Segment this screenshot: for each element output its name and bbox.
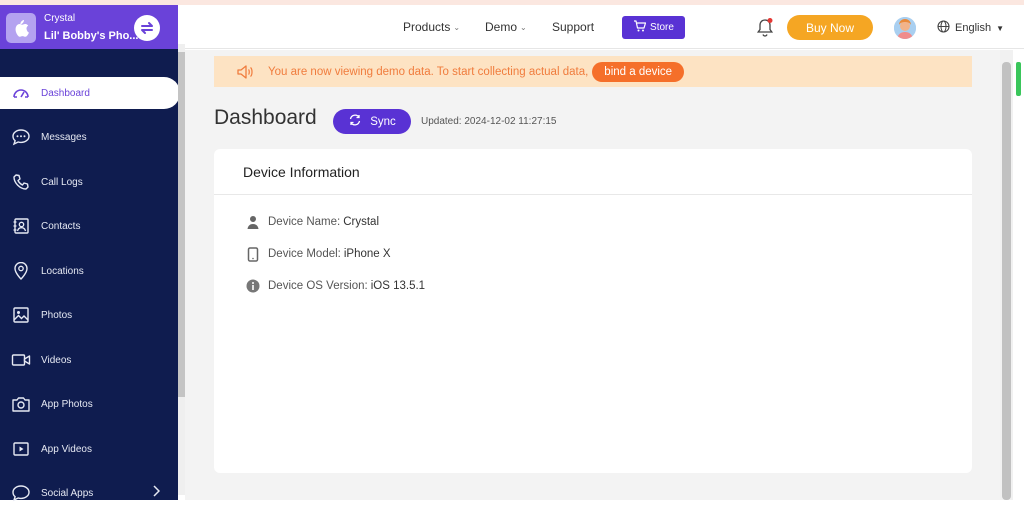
language-selector[interactable]: English ▼ [937, 20, 1004, 36]
sidebar-item-social-apps[interactable]: Social Apps [0, 477, 178, 509]
device-model-label: Device Model: [268, 248, 341, 260]
sync-label: Sync [370, 115, 396, 128]
device-os-row: Device OS Version: iOS 13.5.1 [245, 278, 425, 294]
globe-icon [937, 20, 950, 36]
buy-now-button[interactable]: Buy Now [787, 15, 873, 40]
device-info-card: Device Information Device Name: Crystal … [214, 149, 972, 473]
social-bubble-icon [9, 481, 33, 505]
switch-device-icon[interactable] [134, 15, 160, 41]
bind-device-button[interactable]: bind a device [592, 61, 685, 82]
device-subtitle: Lil' Bobby's Pho... [44, 30, 139, 42]
updated-timestamp: Updated: 2024-12-02 11:27:15 [421, 116, 557, 127]
device-os-label: Device OS Version: [268, 280, 368, 292]
avatar[interactable] [894, 17, 916, 39]
play-box-icon [9, 437, 33, 461]
sidebar-item-label: Locations [41, 265, 84, 277]
nav-products[interactable]: Products ⌄ [403, 20, 460, 34]
sidebar-item-videos[interactable]: Videos [0, 344, 178, 376]
nav-demo-label: Demo [485, 20, 518, 34]
banner-text: You are now viewing demo data. To start … [268, 65, 589, 78]
caret-down-icon: ▼ [996, 23, 1004, 33]
megaphone-icon [236, 64, 254, 80]
nav-products-label: Products [403, 20, 451, 34]
sidebar-item-app-photos[interactable]: App Photos [0, 388, 178, 420]
sidebar-item-contacts[interactable]: Contacts [0, 210, 178, 242]
cart-icon [633, 20, 647, 35]
device-model-row: Device Model: iPhone X [245, 246, 391, 262]
device-name-value: Crystal [343, 216, 379, 228]
phone-device-icon [245, 246, 261, 262]
camera-icon [9, 392, 33, 416]
sidebar-item-label: App Videos [41, 443, 92, 455]
location-pin-icon [9, 259, 33, 283]
refresh-icon [348, 114, 362, 129]
person-icon [245, 214, 261, 230]
gauge-icon [9, 81, 33, 105]
sidebar: Crystal Lil' Bobby's Pho... Dashboard Me… [0, 5, 180, 502]
contact-book-icon [9, 214, 33, 238]
sidebar-item-call-logs[interactable]: Call Logs [0, 166, 178, 198]
device-header[interactable]: Crystal Lil' Bobby's Pho... [0, 5, 178, 49]
device-name-row: Device Name: Crystal [245, 214, 379, 230]
sidebar-item-app-videos[interactable]: App Videos [0, 433, 178, 465]
chevron-right-icon [152, 485, 161, 500]
image-icon [9, 303, 33, 327]
main-content: You are now viewing demo data. To start … [185, 50, 1000, 500]
device-name: Crystal [44, 13, 76, 24]
card-title: Device Information [243, 164, 360, 180]
sidebar-item-label: Videos [41, 354, 72, 366]
sidebar-item-dashboard[interactable]: Dashboard [0, 77, 180, 109]
right-edge-strip [1013, 50, 1024, 500]
nav-support[interactable]: Support [552, 20, 594, 34]
nav-support-label: Support [552, 20, 595, 34]
sync-button[interactable]: Sync [333, 109, 411, 134]
info-icon [245, 278, 261, 294]
sidebar-item-photos[interactable]: Photos [0, 299, 178, 331]
sidebar-item-label: Dashboard [41, 87, 90, 99]
apple-icon [6, 13, 36, 43]
sidebar-item-label: App Photos [41, 398, 93, 410]
sidebar-item-label: Photos [41, 309, 73, 321]
phone-icon [9, 170, 33, 194]
video-camera-icon [9, 348, 33, 372]
store-label: Store [650, 22, 674, 33]
device-model-value: iPhone X [343, 248, 391, 260]
notification-bell-icon[interactable] [755, 17, 775, 39]
chat-bubble-icon [9, 125, 33, 149]
sidebar-scrollbar-thumb[interactable] [178, 52, 185, 397]
store-button[interactable]: Store [622, 16, 685, 39]
sidebar-item-label: Messages [41, 131, 87, 143]
device-os-value: iOS 13.5.1 [370, 280, 426, 292]
top-navbar: Products ⌄ Demo ⌄ Support Store Buy Now … [185, 5, 1024, 49]
demo-banner: You are now viewing demo data. To start … [214, 56, 972, 87]
card-divider [214, 194, 972, 195]
page-scrollbar-thumb[interactable] [1002, 62, 1011, 500]
sidebar-item-label: Call Logs [41, 176, 83, 188]
sidebar-item-label: Social Apps [41, 487, 94, 499]
device-name-label: Device Name: [268, 216, 341, 228]
sidebar-item-label: Contacts [41, 220, 81, 232]
sidebar-item-locations[interactable]: Locations [0, 255, 178, 287]
chevron-down-icon: ⌄ [520, 22, 527, 32]
page-title: Dashboard [214, 106, 317, 129]
sidebar-item-messages[interactable]: Messages [0, 121, 178, 153]
chevron-down-icon: ⌄ [453, 22, 461, 32]
language-label: English [955, 22, 992, 34]
scroll-indicator [1016, 62, 1021, 96]
nav-demo[interactable]: Demo ⌄ [485, 20, 527, 34]
